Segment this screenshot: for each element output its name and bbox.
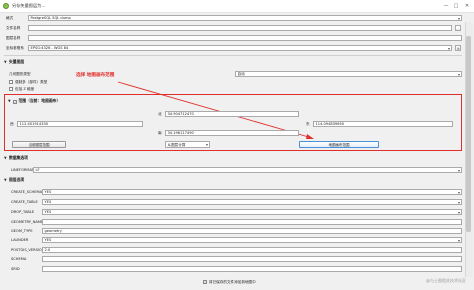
- layer-option-key: SCHEMA: [11, 257, 27, 261]
- section-extent-title: 范围（当前：地图画布）: [18, 98, 61, 103]
- layer-option-key: SRID: [11, 267, 20, 271]
- add-to-map-checkbox[interactable]: ✓: [203, 280, 207, 284]
- add-to-map-label: 将已保存的文件添加到地图中: [209, 280, 256, 284]
- scrollbar-thumb[interactable]: [466, 36, 471, 232]
- dataset-option-value[interactable]: LF: [33, 167, 462, 173]
- current-layer-extent-button[interactable]: 当前图层范围: [12, 141, 66, 148]
- layer-option-key: POSTGIS_VERSION: [11, 248, 45, 252]
- layer-option-value[interactable]: YES: [42, 209, 462, 215]
- west-input[interactable]: 112.401914330: [17, 121, 143, 127]
- north-label: 北: [158, 112, 162, 116]
- layer-option-value[interactable]: [42, 219, 462, 225]
- layer-option-value[interactable]: geometry: [42, 228, 462, 234]
- layer-option-value[interactable]: 2.0: [42, 247, 462, 253]
- watermark: @与土图相关技术社区: [426, 278, 466, 283]
- section-layer-options-title: 图层选项: [9, 177, 25, 182]
- east-input[interactable]: 114.094839650: [313, 121, 453, 127]
- layer-option-key: GEOMETRY_NAME: [11, 220, 44, 224]
- section-dataset-options-title: 数据集选项: [9, 155, 28, 160]
- layer-option-key: DROP_TABLE: [11, 210, 35, 214]
- north-input[interactable]: 34.904712470: [165, 111, 299, 117]
- west-label: 西: [10, 122, 14, 126]
- south-input[interactable]: 34.196117490: [165, 130, 299, 136]
- section-layer-options-header[interactable]: ▼ 图层选项: [4, 176, 462, 183]
- layer-option-key: LAUNDER: [11, 238, 29, 242]
- dataset-option-key: LINEFORMAT: [11, 168, 34, 172]
- extent-checkbox[interactable]: ✓: [13, 100, 17, 104]
- section-extent-header[interactable]: ▼ ✓ 范围（当前：地图画布）: [8, 97, 448, 104]
- layer-option-value[interactable]: [42, 266, 462, 272]
- layer-option-key: CREATE_TABLE: [11, 200, 38, 204]
- south-label: 南: [158, 131, 162, 135]
- section-dataset-options-header[interactable]: ▼ 数据集选项: [4, 154, 462, 161]
- east-label: 东: [306, 122, 310, 126]
- layer-option-value[interactable]: YES: [42, 189, 462, 195]
- layer-option-value[interactable]: YES: [42, 199, 462, 205]
- layer-option-value[interactable]: [42, 256, 462, 262]
- map-canvas-extent-button[interactable]: 地图画布范围: [299, 141, 379, 148]
- layer-option-key: GEOM_TYPE: [11, 229, 33, 233]
- compute-from-layer-select[interactable]: 从图层计算: [165, 141, 210, 148]
- layer-option-key: CREATE_SCHEMA: [11, 190, 43, 194]
- layer-option-value[interactable]: YES: [42, 237, 462, 243]
